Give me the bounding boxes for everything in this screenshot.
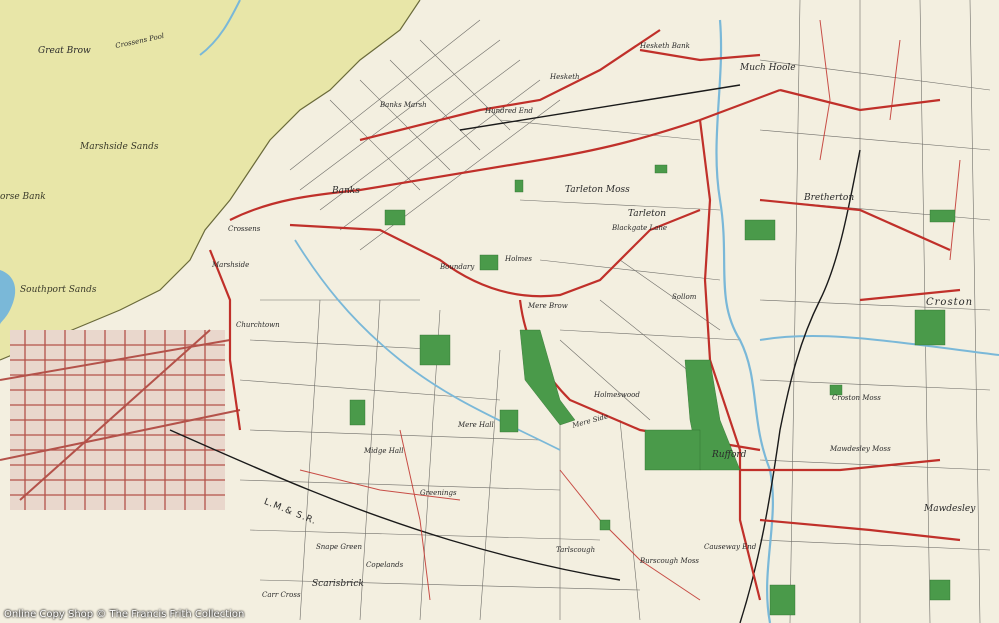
label-boundary: Boundary	[440, 263, 475, 271]
label-scarisbrick: Scarisbrick	[312, 579, 364, 589]
map-drawing	[0, 0, 999, 623]
label-banks-marsh: Banks Marsh	[380, 101, 427, 109]
label-hundred-end: Hundred End	[485, 107, 533, 115]
label-rufford: Rufford	[712, 450, 747, 460]
label-blackgate-lane: Blackgate Lane	[612, 224, 668, 232]
label-mawdesley-moss: Mawdesley Moss	[830, 445, 891, 453]
label-hesketh: Hesketh	[550, 73, 580, 81]
label-tarleton: Tarleton	[628, 209, 667, 219]
label-banks: Banks	[332, 186, 360, 196]
label-burscough-moss: Burscough Moss	[640, 557, 700, 565]
label-croston-moss: Croston Moss	[832, 394, 881, 402]
label-tarlscough: Tarlscough	[556, 546, 596, 554]
label-southport-sands: Southport Sands	[20, 285, 97, 295]
label-causeway-end: Causeway End	[704, 543, 757, 551]
label-carr-cross: Carr Cross	[262, 591, 301, 599]
label-mere-brow: Mere Brow	[528, 302, 568, 310]
label-great-brow: Great Brow	[38, 46, 91, 56]
label-croston: Croston	[926, 297, 974, 308]
label-tarleton-moss: Tarleton Moss	[565, 185, 630, 195]
label-midge-hall: Midge Hall	[364, 447, 404, 455]
label-marshside-sands: Marshside Sands	[80, 142, 159, 152]
label-hesketh-bank: Hesketh Bank	[640, 42, 690, 50]
label-churchtown: Churchtown	[236, 321, 280, 329]
label-mawdesley: Mawdesley	[924, 504, 976, 514]
label-mere-hall: Mere Hall	[458, 421, 494, 429]
label-bretherton: Bretherton	[804, 193, 855, 203]
label-greenings: Greenings	[420, 489, 457, 497]
southport-urban	[0, 329, 241, 510]
label-holmes: Holmes	[505, 255, 532, 263]
label-crossens: Crossens	[228, 225, 261, 233]
label-copelands: Copelands	[366, 561, 404, 569]
copyright-notice: Online Copy Shop © The Francis Frith Col…	[4, 609, 245, 620]
label-much-hoole: Much Hoole	[740, 63, 796, 73]
label-holmeswood: Holmeswood	[594, 391, 640, 399]
label-snape-green: Snape Green	[316, 543, 363, 551]
label-sollom: Sollom	[672, 293, 697, 301]
label-horse-bank: orse Bank	[0, 192, 46, 202]
label-marshside: Marshside	[212, 261, 250, 269]
map-canvas[interactable]: Great Brow Crossens Pool Banks Marsh Hun…	[0, 0, 999, 623]
